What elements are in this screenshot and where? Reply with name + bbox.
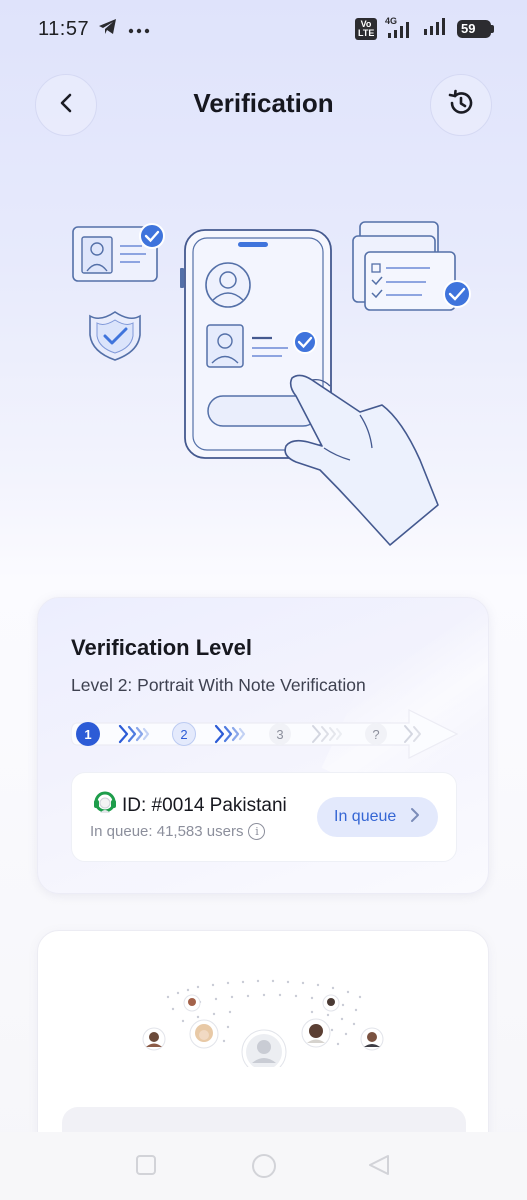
verification-level-title: Verification Level [71, 635, 252, 660]
status-time: 11:57 [38, 18, 90, 40]
avatar [360, 1027, 384, 1051]
queue-count-text: In queue: 41,583 users [90, 823, 244, 840]
more-dots-icon [128, 21, 150, 39]
signal-icon [423, 16, 449, 41]
avatar [322, 994, 340, 1012]
verification-illustration [60, 200, 480, 550]
status-bar: 11:57 Vo LTE 4G 59 [0, 0, 527, 60]
in-queue-label: In queue [334, 808, 397, 825]
signal-4g-icon: 4G [385, 16, 415, 40]
home-button[interactable] [250, 1152, 278, 1185]
back-nav-button[interactable] [368, 1154, 390, 1181]
battery-icon: 59 [457, 19, 494, 38]
avatar [189, 1019, 219, 1049]
verification-level-card: Verification Level Level 2: Portrait Wit… [37, 597, 489, 894]
level-progress: 1 2 3 ? [71, 709, 459, 759]
step-3: 3 [269, 723, 291, 745]
svg-text:3: 3 [276, 727, 283, 742]
globe-avatars-illustration [142, 979, 384, 1067]
svg-text:?: ? [372, 727, 379, 742]
id-card-icon [72, 223, 165, 282]
phone-icon [180, 229, 332, 459]
queue-status-box: ID: #0014 Pakistani In queue: 41,583 use… [71, 772, 457, 862]
svg-text:2: 2 [180, 727, 187, 742]
in-queue-button[interactable]: In queue [317, 797, 438, 837]
avatar [142, 1027, 166, 1051]
shield-icon [89, 311, 141, 361]
documents-icon [352, 221, 471, 311]
history-icon [446, 88, 476, 123]
step-unknown: ? [365, 723, 387, 745]
volte-badge: Vo LTE [355, 17, 377, 40]
avatar [301, 1018, 331, 1048]
step-1: 1 [76, 722, 100, 746]
step-2: 2 [172, 722, 196, 746]
top-bar: Verification [0, 74, 527, 136]
support-agent-icon [92, 791, 118, 821]
chevron-right-icon [410, 807, 420, 827]
system-nav-bar [0, 1132, 527, 1200]
hand-icon [284, 374, 439, 546]
avatar [241, 1029, 287, 1067]
queue-id-text: ID: #0014 Pakistani [122, 795, 287, 816]
info-icon[interactable]: i [248, 823, 266, 840]
recent-apps-button[interactable] [135, 1154, 157, 1181]
telegram-icon [98, 18, 118, 41]
avatar [183, 994, 201, 1012]
verification-level-subtitle: Level 2: Portrait With Note Verification [71, 675, 366, 695]
svg-text:1: 1 [84, 727, 91, 742]
history-button[interactable] [430, 74, 492, 136]
